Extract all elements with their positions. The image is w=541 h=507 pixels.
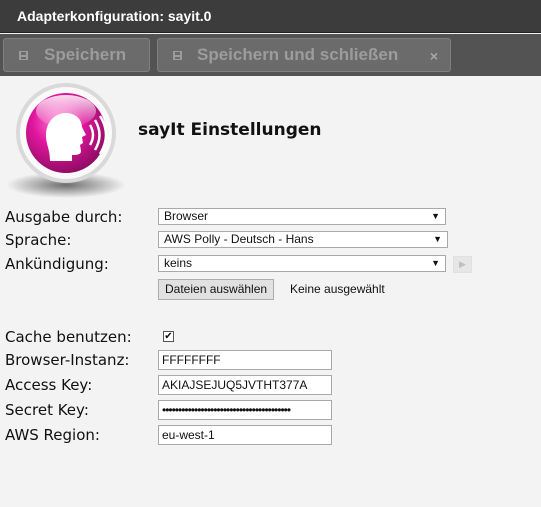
access-key-input[interactable]: AKIAJSEJUQ5JVTHT377A (158, 375, 332, 395)
browser-instance-label: Browser-Instanz: (5, 351, 130, 369)
chevron-down-icon: ▼ (433, 234, 442, 244)
secret-key-label: Secret Key: (5, 401, 89, 419)
chevron-down-icon: ▼ (431, 258, 440, 268)
page-title: sayIt Einstellungen (138, 120, 322, 140)
choose-files-button[interactable]: Dateien auswählen (158, 279, 275, 300)
save-and-close-button[interactable]: Speichern und schließen × (157, 38, 451, 72)
cache-label: Cache benutzen: (5, 328, 132, 346)
floppy-disk-icon (19, 51, 28, 60)
browser-instance-input[interactable]: FFFFFFFF (158, 350, 332, 370)
announce-select-value: keins (164, 256, 193, 270)
language-select-value: AWS Polly - Deutsch - Hans (164, 232, 314, 246)
aws-region-label: AWS Region: (5, 426, 100, 444)
save-and-close-label: Speichern und schließen (197, 45, 399, 64)
speaking-head-icon (6, 83, 126, 198)
announce-label: Ankündigung: (5, 255, 109, 273)
save-button-label: Speichern (44, 45, 127, 64)
close-icon: × (429, 48, 438, 64)
output-select[interactable]: Browser ▼ (158, 208, 446, 225)
output-label: Ausgabe durch: (5, 208, 123, 226)
play-icon: ▶ (459, 259, 466, 269)
cache-checkbox[interactable]: ✔ (163, 331, 174, 342)
aws-region-input[interactable]: eu-west-1 (158, 425, 332, 445)
toolbar: Speichern Speichern und schließen × (0, 34, 541, 76)
language-select[interactable]: AWS Polly - Deutsch - Hans ▼ (158, 231, 448, 248)
file-status: Keine ausgewählt (290, 282, 385, 296)
window-title: Adapterkonfiguration: sayit.0 (0, 0, 541, 33)
output-select-value: Browser (164, 209, 209, 223)
save-button[interactable]: Speichern (3, 38, 150, 72)
chevron-down-icon: ▼ (431, 211, 440, 221)
announce-select[interactable]: keins ▼ (158, 255, 446, 272)
floppy-disk-icon (173, 51, 182, 60)
play-button[interactable]: ▶ (453, 256, 472, 273)
secret-key-input[interactable]: •••••••••••••••••••••••••••••••••••••••• (158, 400, 332, 420)
access-key-label: Access Key: (5, 376, 93, 394)
language-label: Sprache: (5, 231, 72, 249)
